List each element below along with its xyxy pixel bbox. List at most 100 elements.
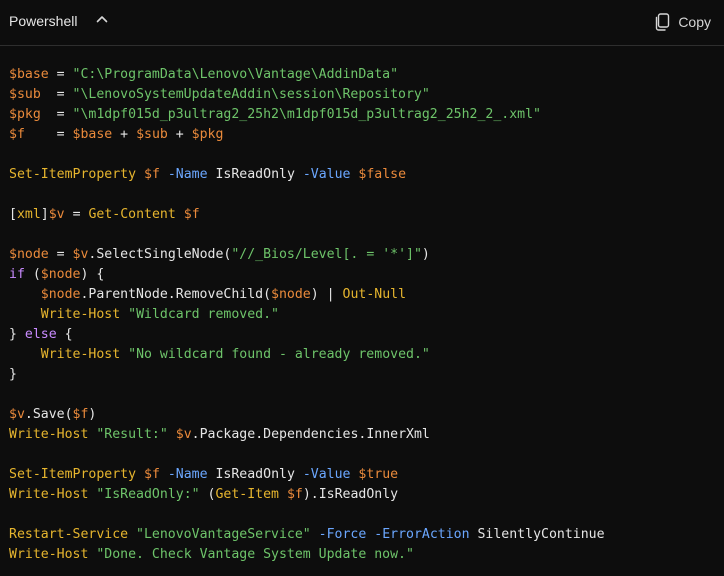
parameter-token: -Name bbox=[167, 167, 208, 182]
text-token: + bbox=[167, 127, 192, 142]
variable-token: $v bbox=[9, 407, 25, 422]
string-token: "Wildcard removed." bbox=[128, 307, 279, 322]
string-token: "Result:" bbox=[96, 427, 168, 442]
code-line: Write-Host "Wildcard removed." bbox=[9, 305, 605, 325]
keyword-token: else bbox=[24, 327, 57, 342]
variable-token: $node bbox=[40, 267, 81, 282]
text-token: ) bbox=[421, 247, 430, 262]
text-token: } bbox=[9, 367, 17, 382]
variable-token: $base bbox=[72, 127, 113, 142]
cmdlet-token: Get-Content bbox=[88, 207, 176, 222]
string-token: "Done. Check Vantage System Update now." bbox=[96, 547, 414, 562]
code-line: Set-ItemProperty $f -Name IsReadOnly -Va… bbox=[9, 465, 605, 485]
text-token: SilentlyContinue bbox=[469, 527, 605, 542]
cmdlet-token: Restart-Service bbox=[9, 527, 129, 542]
text-token: ] bbox=[40, 207, 49, 222]
string-token: "No wildcard found - already removed." bbox=[128, 347, 430, 362]
variable-token: $f bbox=[286, 487, 303, 502]
code-line: [xml]$v = Get-Content $f bbox=[9, 205, 605, 225]
variable-token: $v bbox=[72, 247, 89, 262]
variable-token: $node bbox=[40, 287, 81, 302]
cmdlet-token: Write-Host bbox=[40, 307, 121, 322]
code-line: Restart-Service "LenovoVantageService" -… bbox=[9, 525, 605, 545]
code-line: $sub = "\LenovoSystemUpdateAddin\session… bbox=[9, 85, 605, 105]
cmdlet-token: Set-ItemProperty bbox=[9, 467, 137, 482]
cmdlet-token: Set-ItemProperty bbox=[9, 167, 137, 182]
string-token: "\LenovoSystemUpdateAddin\session\Reposi… bbox=[72, 87, 430, 102]
variable-token: $node bbox=[271, 287, 311, 302]
text-token: = bbox=[64, 207, 89, 222]
string-token: "IsReadOnly:" bbox=[96, 487, 200, 502]
variable-token: $pkg bbox=[191, 127, 224, 142]
text-token: { bbox=[56, 327, 73, 342]
text-token: ) bbox=[88, 407, 97, 422]
parameter-token: -ErrorAction bbox=[374, 527, 470, 542]
variable-token: $node bbox=[9, 247, 49, 262]
code-block-header: Powershell Copy bbox=[0, 0, 724, 46]
code-line: $base = "C:\ProgramData\Lenovo\Vantage\A… bbox=[9, 65, 605, 85]
text-token: .SelectSingleNode( bbox=[88, 247, 232, 262]
keyword-token: if bbox=[9, 267, 25, 282]
text-token: [ bbox=[9, 207, 17, 222]
code-line: $node = $v.SelectSingleNode("//_Bios/Lev… bbox=[9, 245, 605, 265]
text-token: .Package.Dependencies.InnerXml bbox=[191, 427, 430, 442]
text-token: } bbox=[9, 327, 25, 342]
code-line: Set-ItemProperty $f -Name IsReadOnly -Va… bbox=[9, 165, 605, 185]
string-token: "//_Bios/Level[. = '*']" bbox=[231, 247, 422, 262]
text-token: IsReadOnly bbox=[207, 467, 303, 482]
copy-button[interactable]: Copy bbox=[654, 11, 711, 33]
language-label: Powershell bbox=[9, 13, 78, 29]
text-token: ).IsReadOnly bbox=[302, 487, 399, 502]
variable-token: $base bbox=[9, 67, 49, 82]
variable-token: $f bbox=[144, 467, 160, 482]
cmdlet-token: Get-Item bbox=[215, 487, 279, 502]
code-line: Write-Host "IsReadOnly:" (Get-Item $f).I… bbox=[9, 485, 605, 505]
variable-token: $f bbox=[9, 127, 25, 142]
variable-token: $pkg bbox=[9, 107, 41, 122]
code-line: Write-Host "Result:" $v.Package.Dependen… bbox=[9, 425, 605, 445]
code-line: $v.Save($f) bbox=[9, 405, 605, 425]
code-line: Write-Host "Done. Check Vantage System U… bbox=[9, 545, 605, 565]
variable-token: $true bbox=[358, 467, 399, 482]
chevron-up-icon bbox=[96, 16, 108, 23]
variable-token: $sub bbox=[136, 127, 168, 142]
text-token: = bbox=[40, 87, 73, 102]
parameter-token: -Name bbox=[167, 467, 208, 482]
variable-token: $f bbox=[144, 167, 160, 182]
text-token: = bbox=[40, 107, 73, 122]
text-token: = bbox=[48, 247, 73, 262]
text-token: ( bbox=[199, 487, 216, 502]
string-token: "\m1dpf015d_p3ultrag2_25h2\m1dpf015d_p3u… bbox=[72, 107, 541, 122]
code-content[interactable]: $base = "C:\ProgramData\Lenovo\Vantage\A… bbox=[9, 65, 605, 565]
text-token: IsReadOnly bbox=[207, 167, 303, 182]
code-line: } bbox=[9, 365, 605, 385]
code-line: $pkg = "\m1dpf015d_p3ultrag2_25h2\m1dpf0… bbox=[9, 105, 605, 125]
cmdlet-token: Write-Host bbox=[9, 547, 89, 562]
variable-token: $false bbox=[358, 167, 407, 182]
text-token: ) { bbox=[80, 267, 105, 282]
code-line: } else { bbox=[9, 325, 605, 345]
code-line: Write-Host "No wildcard found - already … bbox=[9, 345, 605, 365]
collapse-button[interactable] bbox=[95, 12, 109, 26]
variable-token: $sub bbox=[9, 87, 41, 102]
cmdlet-token: Write-Host bbox=[9, 427, 89, 442]
variable-token: $v bbox=[175, 427, 192, 442]
text-token: ) | bbox=[310, 287, 343, 302]
cmdlet-token: Write-Host bbox=[40, 347, 121, 362]
